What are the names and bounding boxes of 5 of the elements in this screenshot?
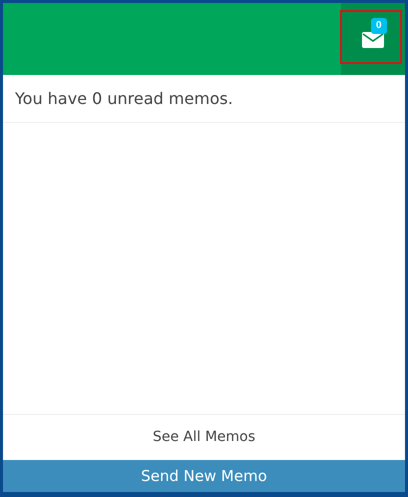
envelope-icon — [362, 32, 384, 48]
send-memo-button[interactable]: Send New Memo — [3, 459, 405, 492]
unread-message: You have 0 unread memos. — [3, 75, 405, 123]
count-badge: 0 — [371, 18, 387, 34]
mail-button[interactable]: 0 — [341, 3, 405, 75]
